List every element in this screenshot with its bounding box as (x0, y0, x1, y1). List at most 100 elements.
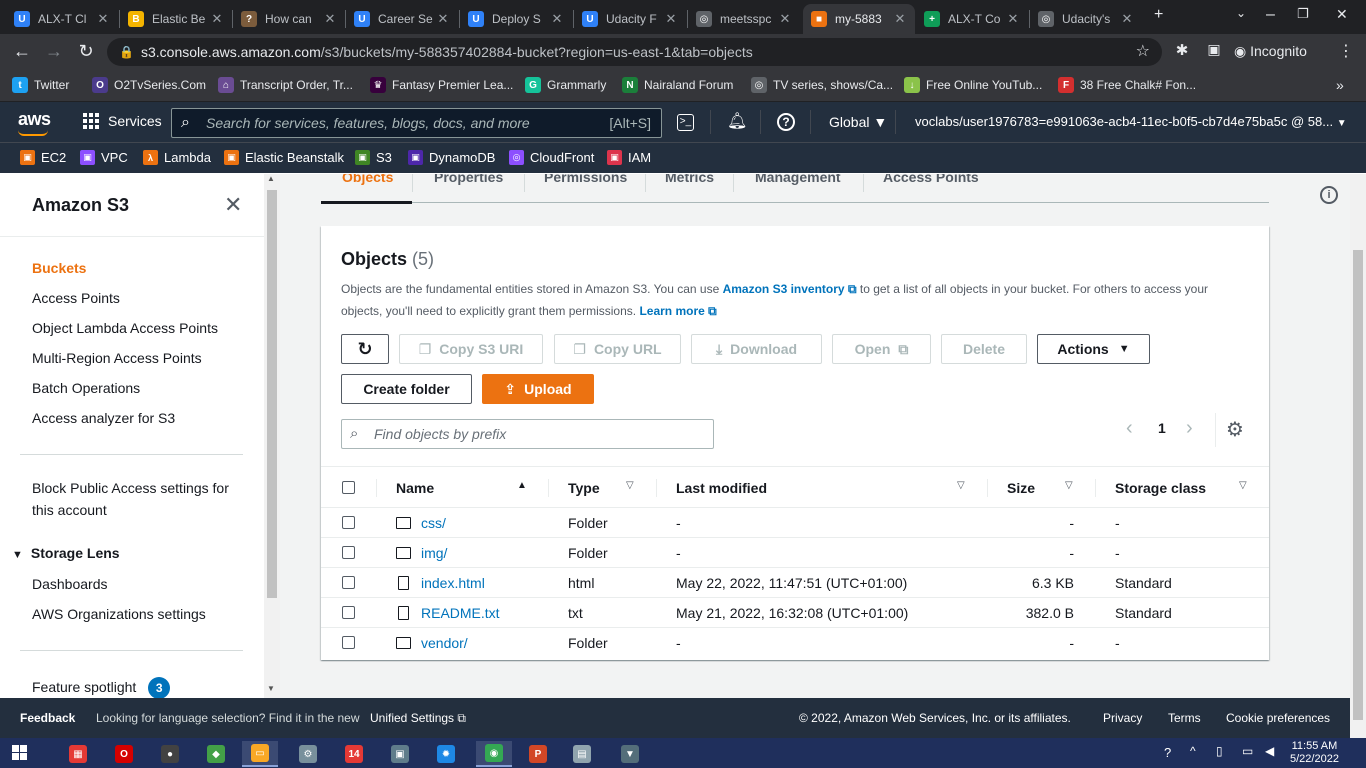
preferences-gear-icon[interactable]: ⚙ (1226, 417, 1244, 442)
select-all-checkbox[interactable] (342, 481, 355, 494)
bookmark-item[interactable]: F 38 Free Chalk# Fon... (1058, 77, 1196, 93)
sidebar-item-organizations-settings[interactable]: AWS Organizations settings (32, 606, 206, 622)
terms-link[interactable]: Terms (1168, 711, 1201, 725)
network-icon[interactable]: ▯ (1216, 744, 1223, 758)
close-tab-icon[interactable]: ✕ (1006, 11, 1020, 27)
cloudshell-icon[interactable]: >_ (677, 114, 694, 131)
volume-icon[interactable]: ◀ (1265, 744, 1274, 758)
open-button[interactable]: Open ⧉ (832, 334, 931, 364)
taskbar-file-explorer-icon[interactable]: ▭ (242, 741, 278, 767)
browser-menu-icon[interactable]: ⋮ (1334, 41, 1358, 61)
favorite-service-vpc[interactable]: ▣ VPC (80, 150, 128, 165)
taskbar-notepad-icon[interactable]: ▤ (564, 741, 600, 767)
taskbar-usb-drive-icon[interactable]: ▼ (612, 741, 648, 767)
taskbar-settings-app-icon[interactable]: ⚙ (290, 741, 326, 767)
unified-settings-link[interactable]: Unified Settings ⧉ (370, 711, 466, 726)
upload-button[interactable]: ⇪ Upload (482, 374, 594, 404)
browser-tab[interactable]: ◎ Udacity's ✕ (1030, 4, 1142, 34)
row-checkbox[interactable] (342, 546, 355, 559)
taskbar-opera-icon[interactable]: O (106, 741, 142, 767)
sidebar-item-access-analyzer-for-s3[interactable]: Access analyzer for S3 (32, 410, 175, 426)
taskbar-powerpoint-icon[interactable]: P (520, 741, 556, 767)
refresh-button[interactable]: ↻ (341, 334, 389, 364)
column-header-last-modified[interactable]: Last modified (676, 480, 767, 496)
info-icon[interactable]: i (1320, 186, 1338, 204)
scrollbar-thumb[interactable] (267, 190, 277, 598)
more-bookmarks-icon[interactable]: » (1336, 77, 1344, 93)
sidebar-item-object-lambda-access-points[interactable]: Object Lambda Access Points (32, 320, 218, 336)
table-row[interactable]: index.html html May 22, 2022, 11:47:51 (UT… (321, 568, 1269, 598)
object-name-link[interactable]: vendor/ (421, 635, 468, 651)
back-icon[interactable]: ← (10, 41, 34, 62)
aws-search-input[interactable]: ⌕ Search for services, features, blogs, … (171, 108, 662, 138)
cookie-preferences-link[interactable]: Cookie preferences (1226, 711, 1330, 725)
sort-icon[interactable]: ▽ (626, 480, 634, 491)
battery-icon[interactable]: ▭ (1242, 744, 1253, 758)
sort-ascending-icon[interactable]: ▲ (517, 480, 527, 491)
close-tab-icon[interactable]: ✕ (778, 11, 792, 27)
learn-more-link[interactable]: Learn more ⧉ (639, 304, 716, 318)
object-name-link[interactable]: index.html (421, 575, 485, 591)
tab-metrics[interactable]: Metrics (665, 174, 714, 185)
bookmark-item[interactable]: ⌂ Transcript Order, Tr... (218, 77, 353, 93)
taskbar-photos-icon[interactable]: ◆ (198, 741, 234, 767)
browser-tab[interactable]: U ALX-T Cl ✕ (6, 4, 118, 34)
sort-icon[interactable]: ▽ (1065, 480, 1073, 491)
favorite-service-elastic-beanstalk[interactable]: ▣ Elastic Beanstalk (224, 150, 344, 165)
privacy-link[interactable]: Privacy (1103, 711, 1142, 725)
browser-tab[interactable]: U Udacity F ✕ (574, 4, 686, 34)
download-button[interactable]: ⤓ Download (691, 334, 822, 364)
close-tab-icon[interactable]: ✕ (210, 11, 224, 27)
taskbar-chrome-icon[interactable]: ◉ (476, 741, 512, 767)
tab-search-icon[interactable]: ⌄ (1236, 6, 1246, 20)
browser-tab[interactable]: B Elastic Be ✕ (120, 4, 232, 34)
close-tab-icon[interactable]: ✕ (664, 11, 678, 27)
feedback-link[interactable]: Feedback (20, 711, 75, 725)
sort-icon[interactable]: ▽ (957, 480, 965, 491)
help-icon[interactable]: ? (777, 113, 795, 131)
sidebar-item-dashboards[interactable]: Dashboards (32, 576, 108, 592)
browser-tab[interactable]: U Career Se ✕ (346, 4, 458, 34)
bookmark-item[interactable]: G Grammarly (525, 77, 606, 93)
close-tab-icon[interactable]: ✕ (323, 11, 337, 27)
object-name-link[interactable]: css/ (421, 515, 446, 531)
close-tab-icon[interactable]: ✕ (1120, 11, 1134, 27)
column-header-size[interactable]: Size (1007, 480, 1035, 496)
tab-objects[interactable]: Objects (342, 174, 393, 185)
object-name-link[interactable]: img/ (421, 545, 447, 561)
table-row[interactable]: vendor/Folder - - - (321, 628, 1269, 658)
taskbar-image-viewer-icon[interactable]: ▣ (382, 741, 418, 767)
tab-management[interactable]: Management (755, 174, 841, 185)
close-tab-icon[interactable]: ✕ (436, 11, 450, 27)
bookmark-item[interactable]: ♛ Fantasy Premier Lea... (370, 77, 513, 93)
next-page-icon[interactable]: › (1186, 417, 1193, 440)
bookmark-item[interactable]: t Twitter (12, 77, 69, 93)
sidebar-item-block-public-access-line2[interactable]: this account (32, 502, 107, 518)
tab-permissions[interactable]: Permissions (544, 174, 627, 185)
favorite-service-s3[interactable]: ▣ S3 (355, 150, 392, 165)
scroll-up-icon[interactable]: ▲ (267, 174, 275, 183)
address-bar[interactable]: 🔒 s3.console.aws.amazon.com/s3/buckets/m… (107, 38, 1162, 66)
favorite-service-lambda[interactable]: λ Lambda (143, 150, 211, 165)
sidebar-item-batch-operations[interactable]: Batch Operations (32, 380, 140, 396)
sort-icon[interactable]: ▽ (1239, 480, 1247, 491)
notifications-bell-icon[interactable]: 🔔︎ (727, 112, 747, 132)
scrollbar-thumb[interactable] (1353, 250, 1363, 720)
prev-page-icon[interactable]: ‹ (1126, 417, 1133, 440)
bookmark-item[interactable]: ↓ Free Online YouTub... (904, 77, 1042, 93)
browser-tab[interactable]: ■ my-5883 ✕ (803, 4, 915, 34)
favorite-service-iam[interactable]: ▣ IAM (607, 150, 651, 165)
sidebar-item-buckets[interactable]: Buckets (32, 260, 86, 276)
sidebar-item-feature-spotlight[interactable]: Feature spotlight 3 (32, 677, 171, 698)
forward-icon[interactable]: → (42, 41, 66, 62)
sidebar-scrollbar[interactable]: ▲ ▼ (264, 174, 280, 698)
minimize-icon[interactable]: – (1266, 6, 1275, 24)
favorite-service-dynamodb[interactable]: ▣ DynamoDB (408, 150, 495, 165)
table-row[interactable]: css/Folder - - - (321, 508, 1269, 538)
taskbar-gear-app-icon[interactable]: ✹ (428, 741, 464, 767)
side-panel-icon[interactable]: ▣ (1202, 41, 1226, 58)
close-sidebar-icon[interactable]: ✕ (224, 192, 242, 218)
close-tab-icon[interactable]: ✕ (550, 11, 564, 27)
bookmark-item[interactable]: ◎ TV series, shows/Ca... (751, 77, 893, 93)
close-tab-icon[interactable]: ✕ (96, 11, 110, 27)
